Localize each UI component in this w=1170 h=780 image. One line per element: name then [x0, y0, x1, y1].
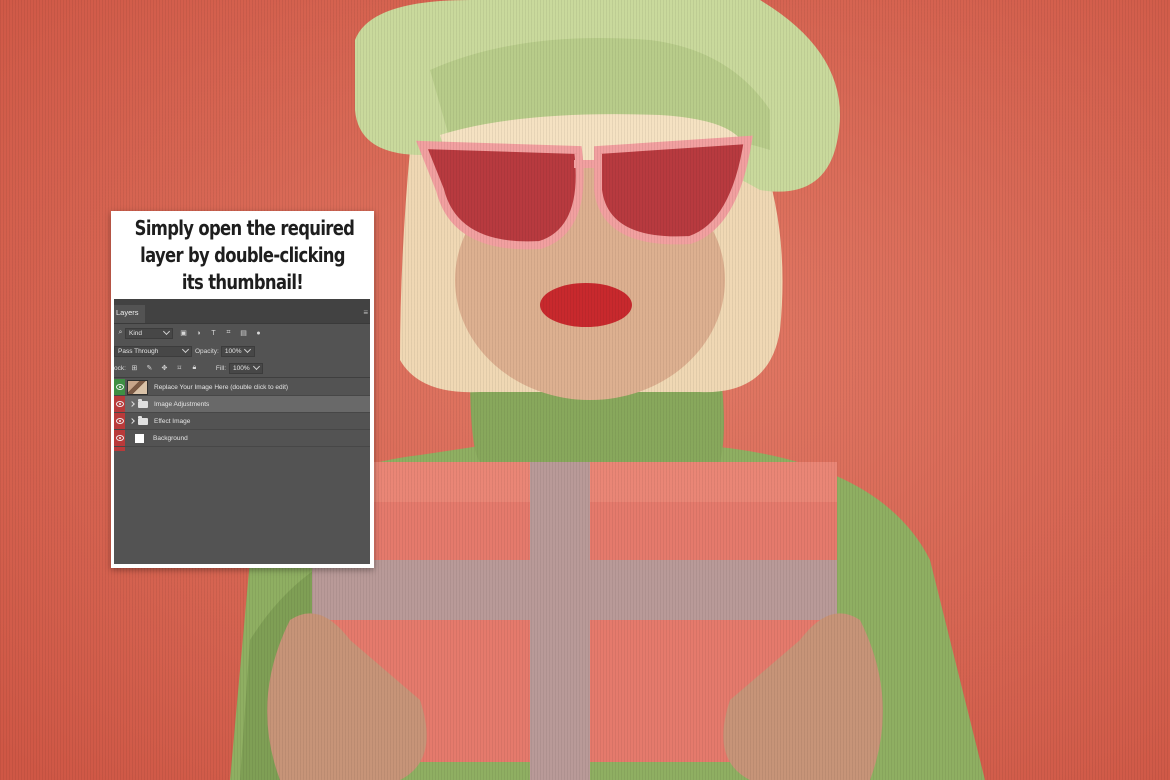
panel-menu-icon[interactable]: ≡ [363, 308, 368, 317]
adjustment-filter-icon[interactable]: ◑ [194, 329, 203, 338]
filter-kind-select[interactable]: Kind [125, 327, 173, 339]
instruction-caption: Simply open the required layer by double… [134, 215, 355, 296]
smart-object-filter-icon[interactable]: ▤ [239, 329, 248, 338]
divider [114, 377, 370, 378]
filter-toggle-icon[interactable]: ● [254, 329, 263, 338]
layer-name: Effect Image [154, 417, 191, 425]
layer-filter-bar: ⌕ Kind ▣ ◑ T ⌗ ▤ ● [114, 325, 370, 341]
lock-all-icon[interactable]: 🔒︎ [190, 364, 199, 373]
layer-name: Replace Your Image Here (double click to… [154, 383, 289, 391]
visibility-toggle[interactable] [114, 396, 125, 412]
blend-row: Pass Through Opacity: 100% [114, 343, 370, 359]
background-thumbnail[interactable] [135, 433, 144, 443]
lock-label: ock: [114, 364, 126, 372]
chevron-down-icon [162, 327, 171, 336]
eye-icon [115, 418, 124, 424]
filter-kind-label: Kind [129, 329, 143, 337]
layer-color-label [114, 447, 125, 451]
folder-icon [138, 398, 148, 408]
layers-panel-header: Layers ≡ [114, 299, 370, 324]
chevron-down-icon [252, 362, 260, 371]
visibility-toggle[interactable] [114, 413, 125, 429]
search-icon: ⌕ [118, 329, 123, 336]
fill-label: Fill: [215, 364, 227, 372]
folder-icon [138, 415, 148, 425]
chevron-down-icon [181, 345, 190, 354]
blend-mode-select[interactable]: Pass Through [114, 345, 192, 357]
eye-icon [115, 384, 124, 390]
caption-line-1: Simply open the required [134, 216, 355, 240]
visibility-toggle[interactable] [114, 379, 125, 395]
image-filter-icon[interactable]: ▣ [179, 329, 188, 338]
opacity-label: Opacity: [195, 347, 219, 355]
opacity-input[interactable]: 100% [220, 345, 255, 357]
layer-row-effect-image[interactable]: Effect Image [114, 413, 370, 430]
layer-row-background[interactable]: Background [114, 430, 370, 447]
lock-transparent-icon[interactable]: ⊞ [130, 364, 139, 373]
instruction-card: Simply open the required layer by double… [111, 211, 374, 568]
lock-row: ock: ⊞ ✎ ✥ ⌑ 🔒︎ Fill: 100% [114, 360, 370, 376]
caption-line-2: layer by double-clicking [140, 243, 345, 267]
opacity-value: 100% [224, 347, 242, 355]
expand-chevron-icon[interactable] [129, 418, 135, 424]
caption-line-3: its thumbnail! [181, 270, 304, 294]
fill-input[interactable]: 100% [229, 362, 264, 374]
shape-filter-icon[interactable]: ⌗ [224, 329, 233, 338]
lock-artboard-icon[interactable]: ⌑ [175, 364, 184, 373]
chevron-down-icon [244, 345, 252, 354]
expand-chevron-icon[interactable] [129, 401, 135, 407]
smart-object-thumbnail[interactable] [127, 379, 148, 395]
layer-row-replace-image[interactable]: Replace Your Image Here (double click to… [114, 379, 370, 396]
layers-panel: Layers ≡ ⌕ Kind ▣ ◑ T ⌗ ▤ ● Pass Through… [114, 299, 370, 564]
blend-mode-value: Pass Through [118, 347, 159, 355]
eye-icon [115, 435, 124, 441]
type-filter-icon[interactable]: T [209, 329, 218, 338]
eye-icon [115, 401, 124, 407]
lock-paint-icon[interactable]: ✎ [145, 364, 154, 373]
tab-layers[interactable]: Layers [114, 305, 145, 323]
visibility-toggle[interactable] [114, 430, 125, 446]
layer-row-image-adjustments[interactable]: Image Adjustments [114, 396, 370, 413]
lock-position-icon[interactable]: ✥ [160, 364, 169, 373]
layer-name: Background [153, 434, 188, 442]
layer-name: Image Adjustments [154, 400, 210, 408]
fill-value: 100% [233, 364, 250, 372]
